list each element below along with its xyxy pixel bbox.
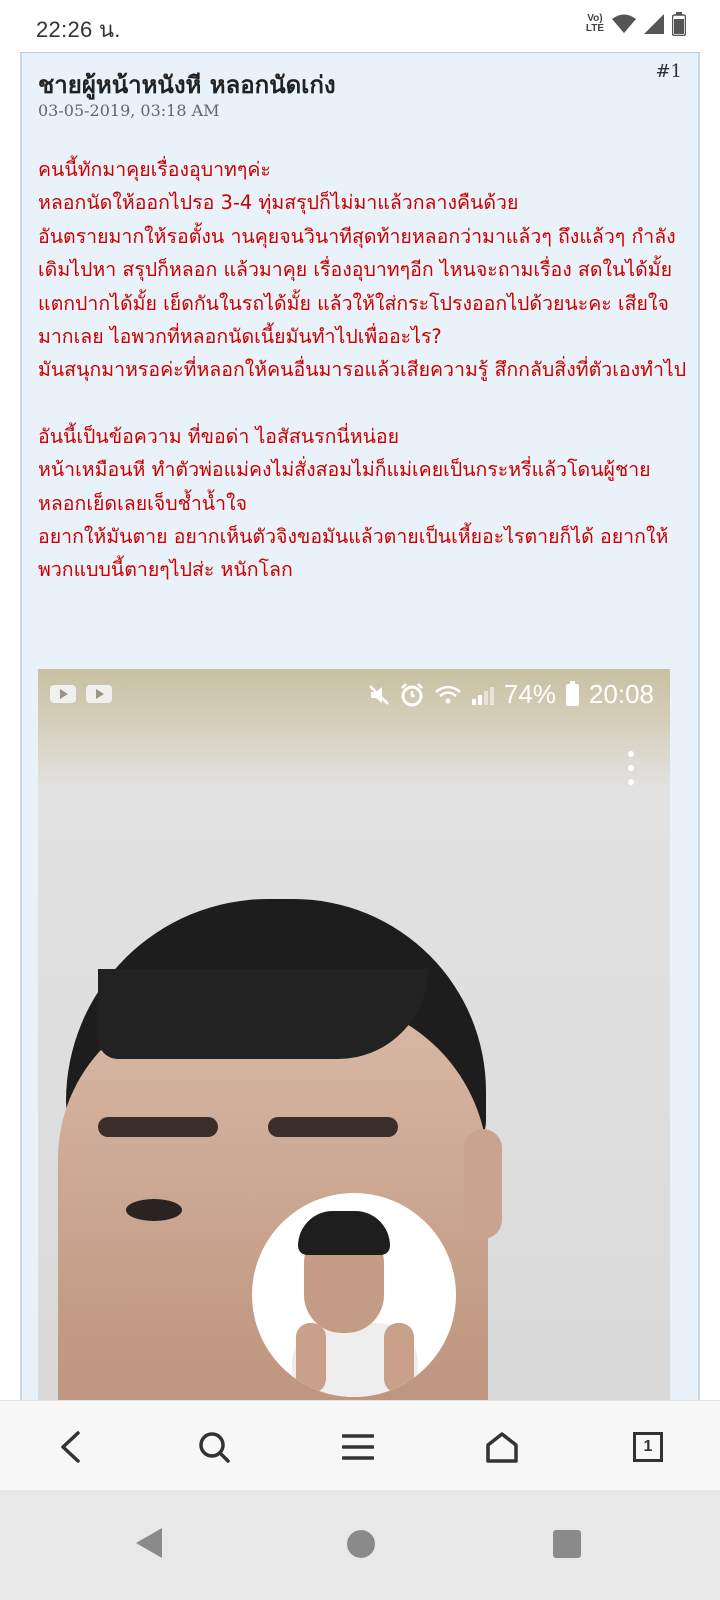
forum-post: #1 ชายผู้หน้าหนังหี หลอกนัดเก่ง 03-05-20… (20, 52, 700, 1430)
post-body-line: อันตรายมากให้รอตั้งน านคุยจนวินาทีสุดท้า… (38, 224, 676, 349)
menu-icon (342, 1434, 374, 1460)
forum-page[interactable]: #1 ชายผู้หน้าหนังหี หลอกนัดเก่ง 03-05-20… (0, 52, 720, 1430)
alarm-icon (400, 682, 423, 706)
search-icon (199, 1432, 230, 1463)
post-body-line: อยากให้มันตาย อยากเห็นตัวจิงขอมันแล้วตาย… (38, 525, 669, 582)
system-recents-button[interactable] (553, 1530, 581, 1558)
post-attached-image[interactable]: 74% 20:08 (38, 669, 670, 1429)
system-home-button[interactable] (347, 1530, 375, 1558)
cell-signal-icon (644, 14, 664, 34)
battery-icon (672, 12, 686, 36)
status-icons: Vo) LTE (586, 12, 686, 36)
post-date: 03-05-2019, 03:18 AM (38, 101, 220, 120)
back-button[interactable] (46, 1423, 94, 1471)
cell-signal-icon (471, 686, 494, 705)
post-body-line: อันนี้เป็นข้อความ ที่ขอด่า ไอสัสนรกนี่หน… (38, 424, 400, 448)
post-body-line: หน้าเหมือนหี ทำตัวพ่อแม่คงไม่สั่งสอมไม่ก… (38, 458, 651, 515)
browser-toolbar: 1 (0, 1400, 720, 1490)
system-nav-bar (0, 1490, 720, 1600)
post-title: ชายผู้หน้าหนังหี หลอกนัดเก่ง (38, 71, 336, 99)
wifi-icon (612, 14, 636, 33)
youtube-icon (86, 685, 112, 703)
search-button[interactable] (190, 1423, 238, 1471)
home-button[interactable] (478, 1423, 526, 1471)
chevron-left-icon (61, 1431, 80, 1463)
post-body: คนนี้ทักมาคุยเรื่องอุบาทๆค่ะ หลอกนัดให้อ… (38, 153, 688, 587)
wifi-icon (435, 685, 461, 703)
status-time: 22:26 น. (36, 17, 121, 42)
status-bar: 22:26 น. Vo) LTE (0, 0, 720, 52)
post-body-line: หลอกนัดให้ออกไปรอ 3-4 ทุ่มสรุปก็ไม่มาแล้… (38, 191, 519, 215)
post-body-line: คนนี้ทักมาคุยเรื่องอุบาทๆค่ะ (38, 158, 271, 181)
embedded-status-bar: 74% 20:08 (38, 669, 670, 719)
tab-count: 1 (633, 1432, 663, 1462)
volte-icon: Vo) LTE (585, 13, 604, 34)
embedded-battery-percent: 74% (503, 679, 556, 709)
system-back-button[interactable] (136, 1528, 162, 1558)
youtube-icon (50, 685, 76, 703)
post-body-line: มันสนุกมาหรอค่ะที่หลอกให้คนอื่นมารอแล้วเ… (38, 358, 687, 382)
home-icon (486, 1432, 518, 1463)
mute-icon (368, 684, 389, 705)
embedded-time: 20:08 (588, 679, 654, 709)
battery-icon (565, 680, 579, 706)
more-options-icon (628, 751, 634, 785)
pip-video-preview (252, 1193, 456, 1397)
menu-button[interactable] (334, 1423, 382, 1471)
post-number-link[interactable]: #1 (655, 61, 682, 82)
tabs-button[interactable]: 1 (624, 1423, 672, 1471)
